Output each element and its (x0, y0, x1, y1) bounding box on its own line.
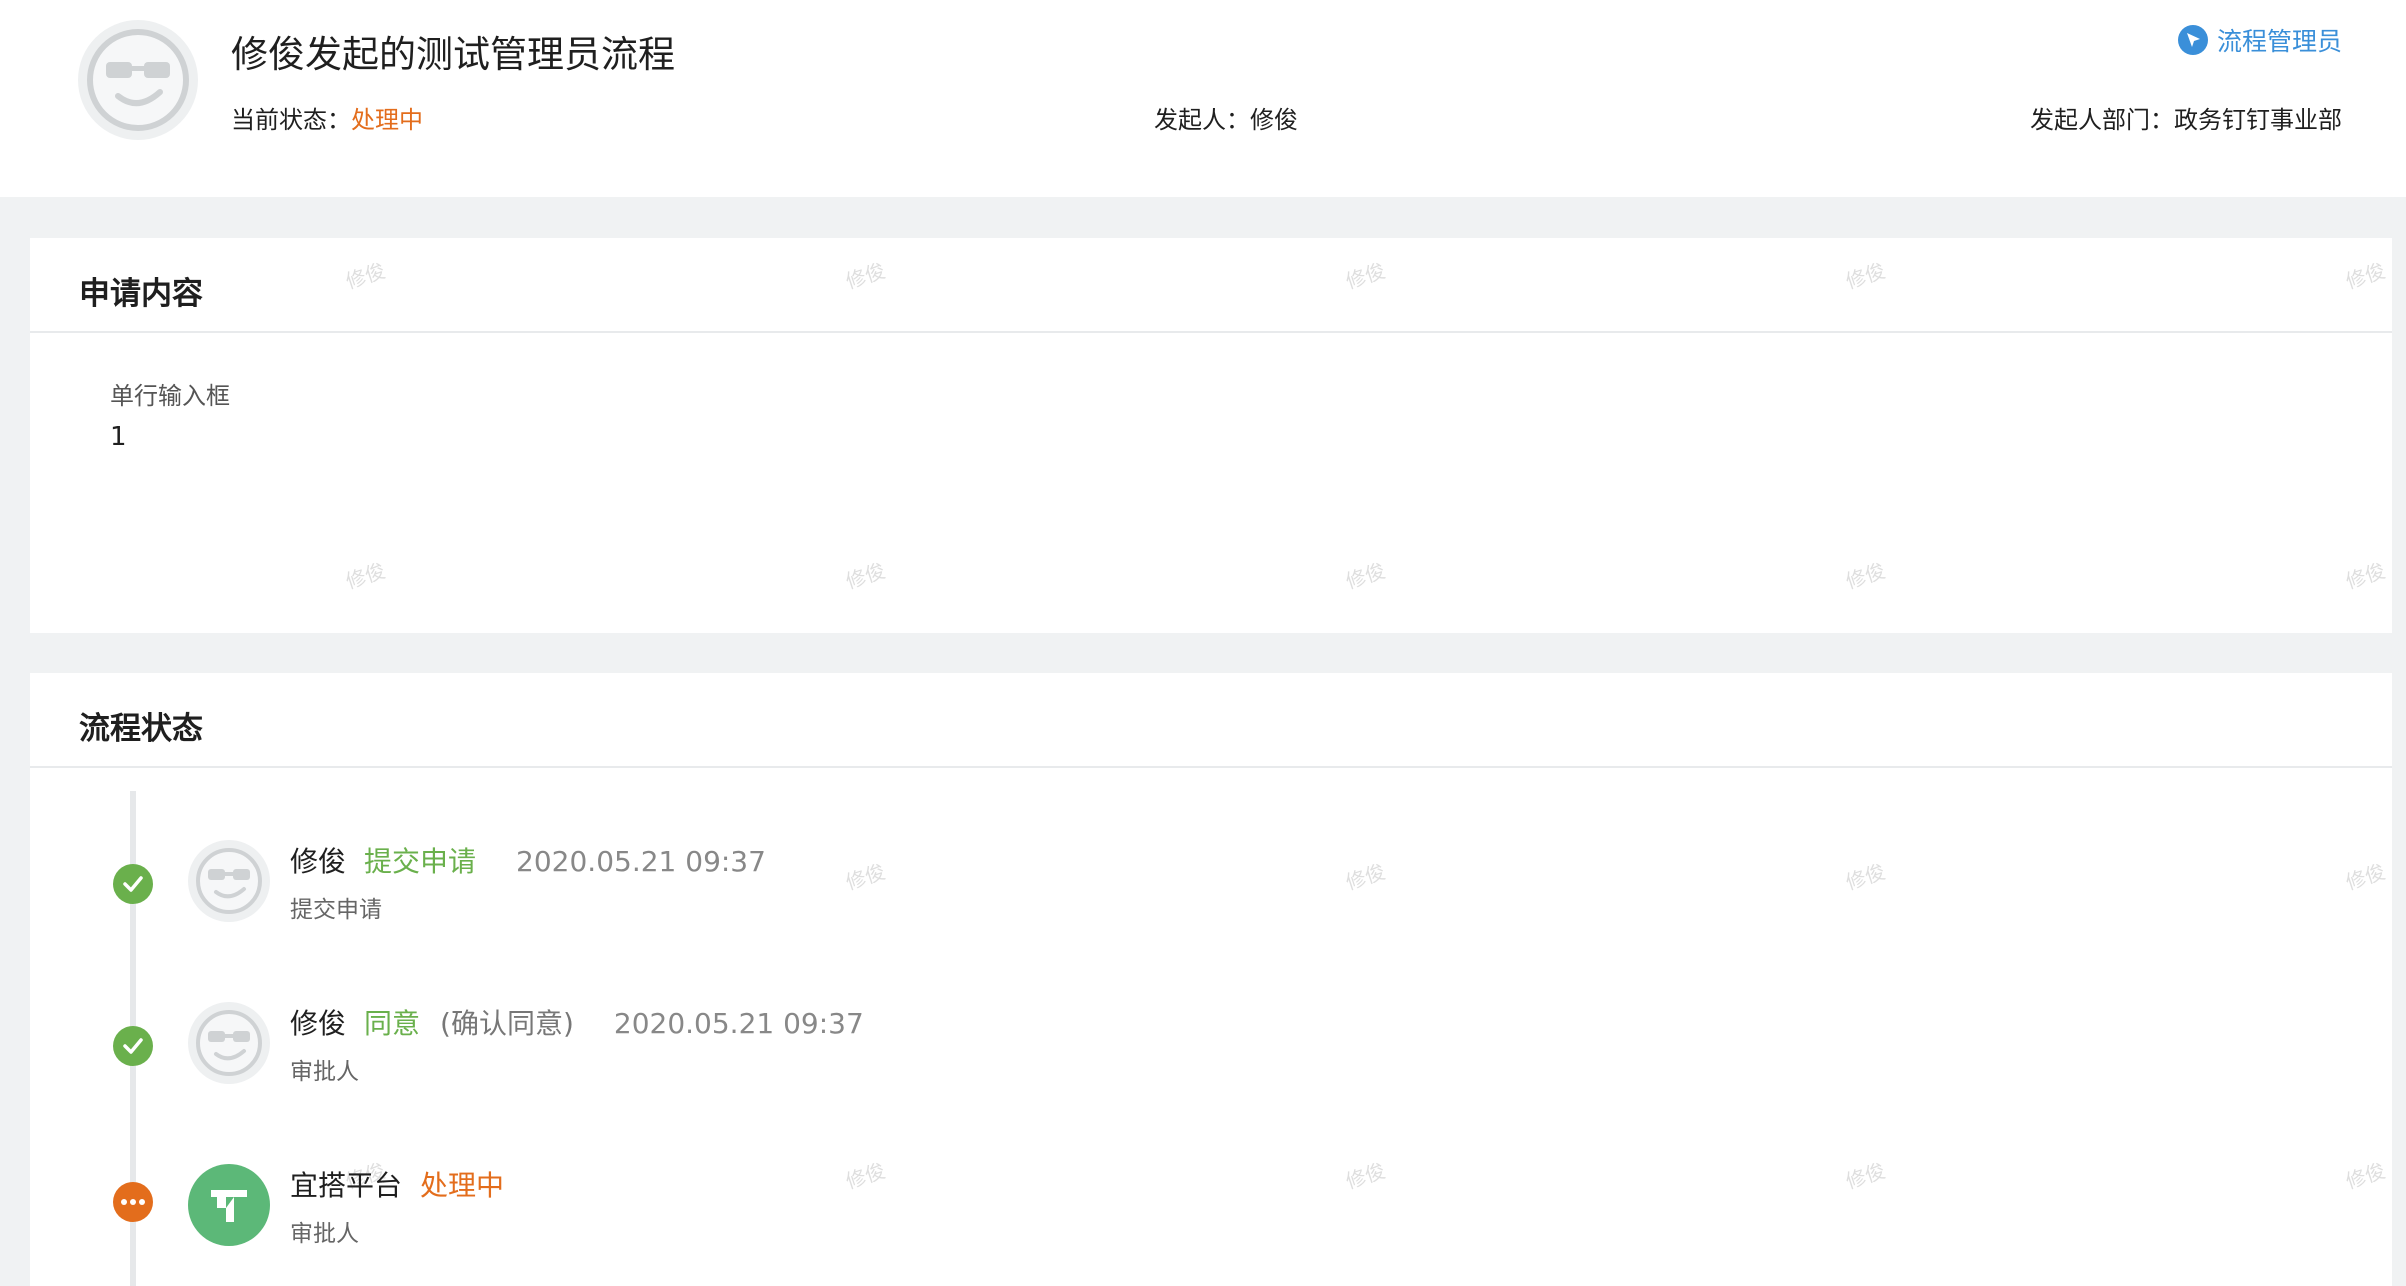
watermark: 修俊 (1842, 859, 1889, 895)
timeline-item: 宜搭平台 处理中 审批人 (30, 1164, 1230, 1274)
watermark: 修俊 (1342, 258, 1389, 294)
watermark: 修俊 (842, 258, 889, 294)
timeline-item: 修俊 同意 (确认同意) 2020.05.21 09:37 审批人 (30, 1002, 1230, 1112)
more-dots-icon (113, 1182, 153, 1222)
watermark: 修俊 (1842, 558, 1889, 594)
watermark: 修俊 (342, 558, 389, 594)
timeline-item-header: 修俊 提交申请 2020.05.21 09:37 (290, 840, 766, 880)
step-done-indicator (113, 1026, 153, 1066)
approver-role: 提交申请 (290, 897, 382, 923)
yida-logo-icon (188, 1164, 270, 1246)
watermark: 修俊 (342, 258, 389, 294)
divider (30, 766, 2392, 768)
field-label: 单行输入框 (110, 382, 230, 410)
process-admin-link[interactable]: 流程管理员 (2177, 22, 2342, 58)
sunglasses-face-icon (188, 1002, 270, 1084)
watermark: 修俊 (1342, 1158, 1389, 1194)
approval-time: 2020.05.21 09:37 (613, 1007, 864, 1040)
approval-remark: (确认同意) (440, 1007, 574, 1040)
approval-action: 同意 (364, 1007, 421, 1040)
initiator-label: 发起人： (1154, 106, 1250, 134)
watermark: 修俊 (2342, 258, 2389, 294)
watermark: 修俊 (2342, 558, 2389, 594)
approver-name: 宜搭平台 (290, 1169, 403, 1202)
step-done-indicator (113, 864, 153, 904)
section-title: 流程状态 (79, 711, 203, 747)
admin-cursor-icon (2177, 25, 2208, 55)
watermark: 修俊 (1342, 859, 1389, 895)
approval-action: 处理中 (420, 1169, 505, 1202)
status-value: 处理中 (351, 106, 423, 134)
timeline-item: 修俊 提交申请 2020.05.21 09:37 提交申请 (30, 840, 1230, 950)
page-title: 修俊发起的测试管理员流程 (231, 33, 675, 76)
timeline-item-header: 宜搭平台 处理中 (290, 1164, 504, 1204)
user-avatar (188, 840, 270, 922)
watermark: 修俊 (2342, 859, 2389, 895)
divider (30, 331, 2392, 333)
check-icon (113, 1026, 153, 1066)
initiator: 发起人：修俊 (1154, 100, 1298, 135)
check-icon (113, 864, 153, 904)
sunglasses-face-icon (78, 20, 198, 140)
process-admin-label: 流程管理员 (2216, 27, 2342, 56)
approver-name: 修俊 (290, 1007, 347, 1040)
user-avatar (188, 1002, 270, 1084)
section-title: 申请内容 (79, 276, 203, 312)
approval-time: 2020.05.21 09:37 (516, 845, 766, 878)
approver-role: 审批人 (290, 1221, 359, 1247)
watermark: 修俊 (842, 558, 889, 594)
approver-name: 修俊 (290, 845, 347, 878)
watermark: 修俊 (1342, 558, 1389, 594)
watermark: 修俊 (1842, 1158, 1889, 1194)
platform-avatar (188, 1164, 270, 1246)
field-value: 1 (110, 422, 127, 452)
page-header: 修俊发起的测试管理员流程 当前状态：处理中 发起人：修俊 发起人部门：政务钉钉事… (0, 0, 2406, 197)
dept-label: 发起人部门： (2030, 106, 2174, 134)
step-pending-indicator (113, 1182, 153, 1222)
sunglasses-face-icon (188, 840, 270, 922)
timeline-item-header: 修俊 同意 (确认同意) 2020.05.21 09:37 (290, 1002, 864, 1042)
status-label: 当前状态： (231, 106, 351, 134)
initiator-department: 发起人部门：政务钉钉事业部 (2030, 100, 2342, 135)
watermark: 修俊 (1842, 258, 1889, 294)
dept-value: 政务钉钉事业部 (2174, 106, 2342, 134)
current-status: 当前状态：处理中 (231, 100, 423, 135)
watermark: 修俊 (2342, 1158, 2389, 1194)
initiator-value: 修俊 (1250, 106, 1298, 134)
approval-action: 提交申请 (364, 845, 477, 878)
application-content-card: 修俊 修俊 修俊 修俊 修俊 修俊 修俊 修俊 修俊 修俊 申请内容 单行输入框… (30, 238, 2392, 633)
approver-role: 审批人 (290, 1059, 359, 1085)
flow-status-card: 修俊 修俊 修俊 修俊 修俊 修俊 修俊 修俊 修俊 流程状态 修俊 提交申请 … (30, 673, 2392, 1286)
initiator-avatar (78, 20, 198, 140)
